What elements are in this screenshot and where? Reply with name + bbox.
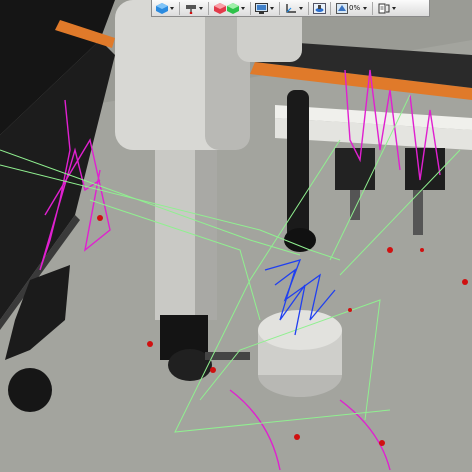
display-options-control[interactable] xyxy=(376,1,398,16)
toolbar-separator xyxy=(308,1,309,15)
shading-control[interactable] xyxy=(212,1,247,16)
rack-holder-1 xyxy=(335,148,375,190)
probe-head-dropdown[interactable] xyxy=(197,2,204,14)
cad-3d-viewport[interactable]: 0% xyxy=(0,0,472,472)
cmm-simulation-scene[interactable] xyxy=(0,0,472,472)
toolbar-separator xyxy=(279,1,280,15)
screen-capture-dropdown[interactable] xyxy=(268,2,275,14)
workpiece-top xyxy=(258,310,342,350)
translucency-dropdown[interactable] xyxy=(361,2,368,14)
toolbar-separator xyxy=(372,1,374,15)
shading-dropdown[interactable] xyxy=(239,2,246,14)
view-cube-dropdown[interactable] xyxy=(168,2,175,14)
toolbar-separator xyxy=(250,1,251,15)
view-cube-control[interactable] xyxy=(154,1,176,16)
view-cube-icon[interactable] xyxy=(155,2,168,14)
probe-head-control[interactable] xyxy=(183,1,205,16)
red-shading-icon[interactable] xyxy=(213,2,226,14)
machine-view-control[interactable] xyxy=(312,1,327,16)
rack-pillar-foot xyxy=(284,228,316,252)
translucency-control[interactable]: 0% xyxy=(334,1,369,16)
coordinate-axes-dropdown[interactable] xyxy=(297,2,304,14)
toolbar-separator xyxy=(208,1,209,15)
screen-capture-control[interactable] xyxy=(254,1,276,16)
translucency-value: 0% xyxy=(349,4,361,12)
quill-arm-shade xyxy=(195,150,217,320)
translucency-icon[interactable] xyxy=(335,2,348,14)
coordinate-axes-control[interactable] xyxy=(283,1,305,16)
display-options-dropdown[interactable] xyxy=(390,2,397,14)
left-probe-base xyxy=(8,368,52,412)
coordinate-axes-icon[interactable] xyxy=(284,2,297,14)
screen-capture-icon[interactable] xyxy=(255,2,268,14)
view-toolbar: 0% xyxy=(151,0,430,17)
probe-head-icon[interactable] xyxy=(184,2,197,14)
machine-view-icon[interactable] xyxy=(313,2,326,14)
toolbar-separator xyxy=(179,1,180,15)
toolbar-separator xyxy=(330,1,331,15)
probe-stylus xyxy=(205,352,250,360)
display-options-icon[interactable] xyxy=(377,2,390,14)
green-shading-icon[interactable] xyxy=(226,2,239,14)
